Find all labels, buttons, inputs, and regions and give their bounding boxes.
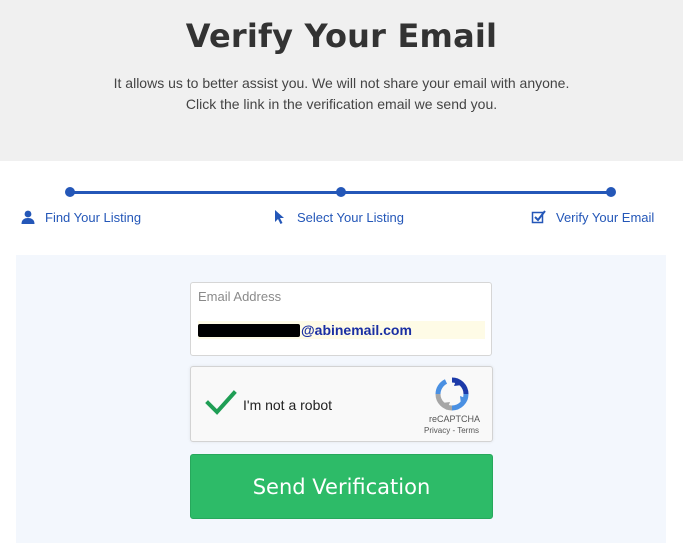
email-field-label: Email Address — [198, 289, 282, 304]
send-verification-button[interactable]: Send Verification — [190, 454, 493, 519]
email-input-value: @abinemail.com — [301, 322, 412, 338]
progress-dot-find — [65, 187, 75, 197]
checkmark-icon[interactable] — [205, 389, 237, 417]
recaptcha-terms-link[interactable]: Privacy - Terms — [424, 426, 479, 435]
page-subtitle-line1: It allows us to better assist you. We wi… — [113, 75, 570, 91]
email-field[interactable]: Email Address @abinemail.com — [190, 282, 492, 356]
step-find-listing-label: Find Your Listing — [45, 209, 142, 225]
progress-steps: Find Your Listing Select Your Listing Ve… — [0, 161, 683, 241]
checkbox-icon — [531, 209, 547, 225]
page-header: Verify Your Email It allows us to better… — [0, 0, 683, 161]
user-icon — [20, 209, 36, 225]
recaptcha-label: I'm not a robot — [243, 397, 333, 413]
step-find-listing[interactable]: Find Your Listing — [20, 209, 141, 225]
page-subtitle-line2: Click the link in the verification email… — [185, 96, 498, 112]
redaction-bar — [198, 323, 300, 337]
recaptcha-widget: I'm not a robot reCAPTCHA Privacy - Term… — [190, 366, 493, 442]
step-select-listing-label: Select Your Listing — [297, 209, 404, 225]
recaptcha-logo-icon — [435, 377, 469, 411]
email-input[interactable]: @abinemail.com — [198, 321, 485, 339]
progress-dot-select — [336, 187, 346, 197]
page-title: Verify Your Email — [185, 17, 498, 55]
recaptcha-brand: reCAPTCHA — [428, 414, 480, 424]
step-verify-email-label: Verify Your Email — [556, 209, 655, 225]
progress-dot-verify — [606, 187, 616, 197]
step-select-listing[interactable]: Select Your Listing — [272, 209, 404, 225]
step-verify-email[interactable]: Verify Your Email — [531, 209, 654, 225]
cursor-icon — [272, 209, 288, 225]
